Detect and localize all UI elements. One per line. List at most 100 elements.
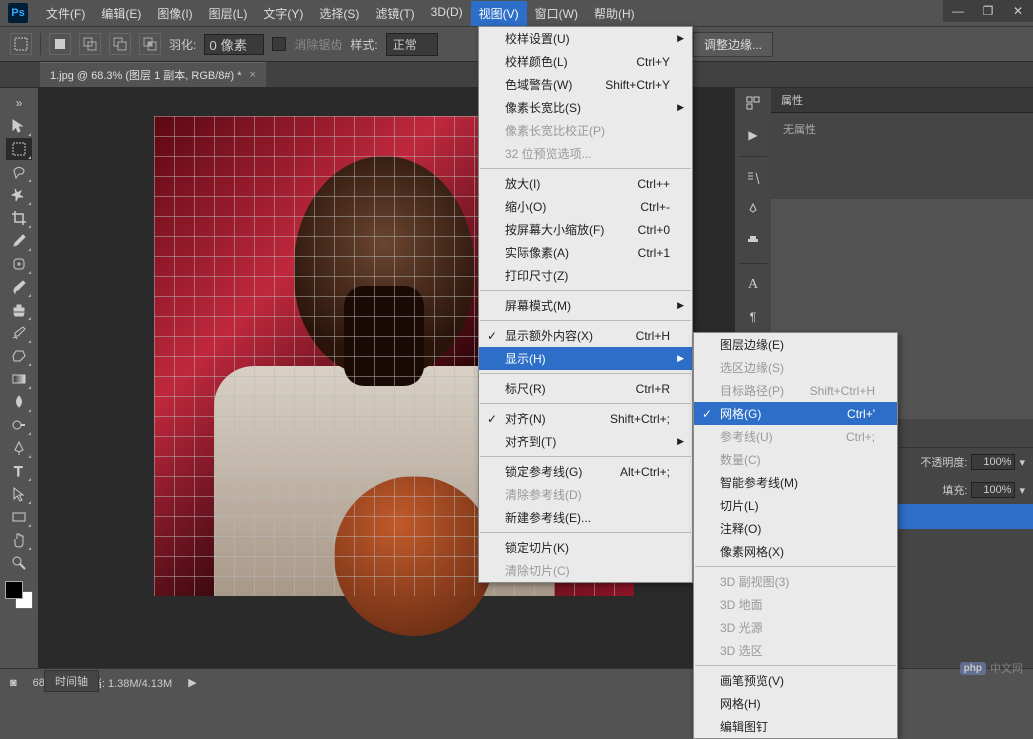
menu-item: 数量(C) xyxy=(694,448,897,471)
menu-item[interactable]: 画笔预览(V) xyxy=(694,669,897,692)
doc-size-value: 1.38M/4.13M xyxy=(108,678,172,690)
menu-帮助[interactable]: 帮助(H) xyxy=(586,1,643,26)
quick-selection-tool[interactable] xyxy=(6,184,32,206)
svg-text:T: T xyxy=(14,463,23,479)
brush-tool[interactable] xyxy=(6,276,32,298)
healing-brush-tool[interactable] xyxy=(6,253,32,275)
pen-tool[interactable] xyxy=(6,437,32,459)
brush-presets-icon[interactable] xyxy=(742,199,764,221)
eraser-tool[interactable] xyxy=(6,345,32,367)
menu-图像[interactable]: 图像(I) xyxy=(149,1,200,26)
minimize-button[interactable]: — xyxy=(943,0,973,22)
menu-item[interactable]: 编辑图钉 xyxy=(694,715,897,738)
menu-item: 3D 副视图(3) xyxy=(694,570,897,593)
style-select[interactable]: 正常 xyxy=(386,33,438,56)
move-tool[interactable] xyxy=(6,115,32,137)
actions-panel-icon[interactable]: ▶ xyxy=(742,124,764,146)
selection-intersect-icon[interactable] xyxy=(139,33,161,55)
menu-item[interactable]: 锁定参考线(G)Alt+Ctrl+; xyxy=(479,460,692,483)
doc-info-arrow-icon[interactable]: ▶ xyxy=(188,676,196,689)
menu-窗口[interactable]: 窗口(W) xyxy=(527,1,586,26)
menu-item[interactable]: 实际像素(A)Ctrl+1 xyxy=(479,241,692,264)
view-menu-dropdown: 校样设置(U)▶校样颜色(L)Ctrl+Y色域警告(W)Shift+Ctrl+Y… xyxy=(478,26,693,583)
lasso-tool[interactable] xyxy=(6,161,32,183)
document-tab-title: 1.jpg @ 68.3% (图层 1 副本, RGB/8#) * xyxy=(50,67,242,83)
fill-label: 填充: xyxy=(942,482,967,498)
hand-tool[interactable] xyxy=(6,529,32,551)
menu-item[interactable]: 缩小(O)Ctrl+- xyxy=(479,195,692,218)
menu-item[interactable]: 像素长宽比(S)▶ xyxy=(479,96,692,119)
rectangle-tool[interactable] xyxy=(6,506,32,528)
chevron-down-icon[interactable]: ▾ xyxy=(1019,484,1025,497)
menu-item: 参考线(U)Ctrl+; xyxy=(694,425,897,448)
opacity-input[interactable]: 100% xyxy=(971,454,1015,470)
fill-input[interactable]: 100% xyxy=(971,482,1015,498)
menu-编辑[interactable]: 编辑(E) xyxy=(93,1,149,26)
restore-button[interactable]: ❐ xyxy=(973,0,1003,22)
gradient-tool[interactable] xyxy=(6,368,32,390)
marquee-tool[interactable] xyxy=(6,138,32,160)
document-tab[interactable]: 1.jpg @ 68.3% (图层 1 副本, RGB/8#) * × xyxy=(40,62,266,87)
menu-item[interactable]: 锁定切片(K) xyxy=(479,536,692,559)
menu-item[interactable]: 像素网格(X) xyxy=(694,540,897,563)
menu-选择[interactable]: 选择(S) xyxy=(311,1,367,26)
feather-input[interactable] xyxy=(204,34,264,55)
color-swatches[interactable] xyxy=(5,581,33,609)
menu-item[interactable]: 按屏幕大小缩放(F)Ctrl+0 xyxy=(479,218,692,241)
paragraph-panel-icon[interactable]: ¶ xyxy=(742,306,764,328)
menu-item[interactable]: 切片(L) xyxy=(694,494,897,517)
menu-文件[interactable]: 文件(F) xyxy=(38,1,93,26)
chevron-down-icon[interactable]: ▾ xyxy=(1019,456,1025,469)
blur-tool[interactable] xyxy=(6,391,32,413)
panel-collapse-icon[interactable]: » xyxy=(6,92,32,114)
menu-item[interactable]: 网格(H) xyxy=(694,692,897,715)
clone-stamp-tool[interactable] xyxy=(6,299,32,321)
menu-item[interactable]: 校样颜色(L)Ctrl+Y xyxy=(479,50,692,73)
menu-3d[interactable]: 3D(D) xyxy=(423,1,471,26)
clone-source-icon[interactable] xyxy=(742,231,764,253)
close-button[interactable]: ✕ xyxy=(1003,0,1033,22)
menu-item[interactable]: 新建参考线(E)... xyxy=(479,506,692,529)
menu-item[interactable]: ✓对齐(N)Shift+Ctrl+; xyxy=(479,407,692,430)
history-panel-icon[interactable] xyxy=(742,92,764,114)
foreground-color-swatch[interactable] xyxy=(5,581,23,599)
menu-item[interactable]: 注释(O) xyxy=(694,517,897,540)
menu-滤镜[interactable]: 滤镜(T) xyxy=(367,1,422,26)
timeline-tab[interactable]: 时间轴 xyxy=(44,670,99,692)
antialias-checkbox xyxy=(272,37,286,51)
menu-item[interactable]: 标尺(R)Ctrl+R xyxy=(479,377,692,400)
close-tab-icon[interactable]: × xyxy=(250,69,256,81)
zoom-tool[interactable] xyxy=(6,552,32,574)
eyedropper-tool[interactable] xyxy=(6,230,32,252)
quickmask-icon[interactable]: ◙ xyxy=(10,677,17,689)
character-panel-icon[interactable]: A xyxy=(742,274,764,296)
properties-panel-body: 无属性 xyxy=(771,113,1033,199)
menu-视图[interactable]: 视图(V) xyxy=(471,1,527,26)
menu-item[interactable]: 屏幕模式(M)▶ xyxy=(479,294,692,317)
crop-tool[interactable] xyxy=(6,207,32,229)
menu-item[interactable]: 校样设置(U)▶ xyxy=(479,27,692,50)
menu-item: 清除切片(C) xyxy=(479,559,692,582)
menu-item[interactable]: 色域警告(W)Shift+Ctrl+Y xyxy=(479,73,692,96)
selection-new-icon[interactable] xyxy=(49,33,71,55)
menu-item[interactable]: 显示(H)▶ xyxy=(479,347,692,370)
type-tool[interactable]: T xyxy=(6,460,32,482)
menu-item[interactable]: 打印尺寸(Z) xyxy=(479,264,692,287)
refine-edge-button[interactable]: 调整边缘... xyxy=(693,32,773,57)
selection-add-icon[interactable] xyxy=(79,33,101,55)
dodge-tool[interactable] xyxy=(6,414,32,436)
menu-item[interactable]: 对齐到(T)▶ xyxy=(479,430,692,453)
properties-panel-tab[interactable]: 属性 xyxy=(771,88,1033,113)
selection-subtract-icon[interactable] xyxy=(109,33,131,55)
brushes-panel-icon[interactable] xyxy=(742,167,764,189)
menu-item[interactable]: 智能参考线(M) xyxy=(694,471,897,494)
menu-item[interactable]: ✓显示额外内容(X)Ctrl+H xyxy=(479,324,692,347)
history-brush-tool[interactable] xyxy=(6,322,32,344)
menu-文字[interactable]: 文字(Y) xyxy=(255,1,311,26)
path-selection-tool[interactable] xyxy=(6,483,32,505)
marquee-preset-icon[interactable] xyxy=(10,33,32,55)
menu-图层[interactable]: 图层(L) xyxy=(201,1,256,26)
menu-item[interactable]: 放大(I)Ctrl++ xyxy=(479,172,692,195)
menu-item[interactable]: 图层边缘(E) xyxy=(694,333,897,356)
menu-item[interactable]: ✓网格(G)Ctrl+' xyxy=(694,402,897,425)
